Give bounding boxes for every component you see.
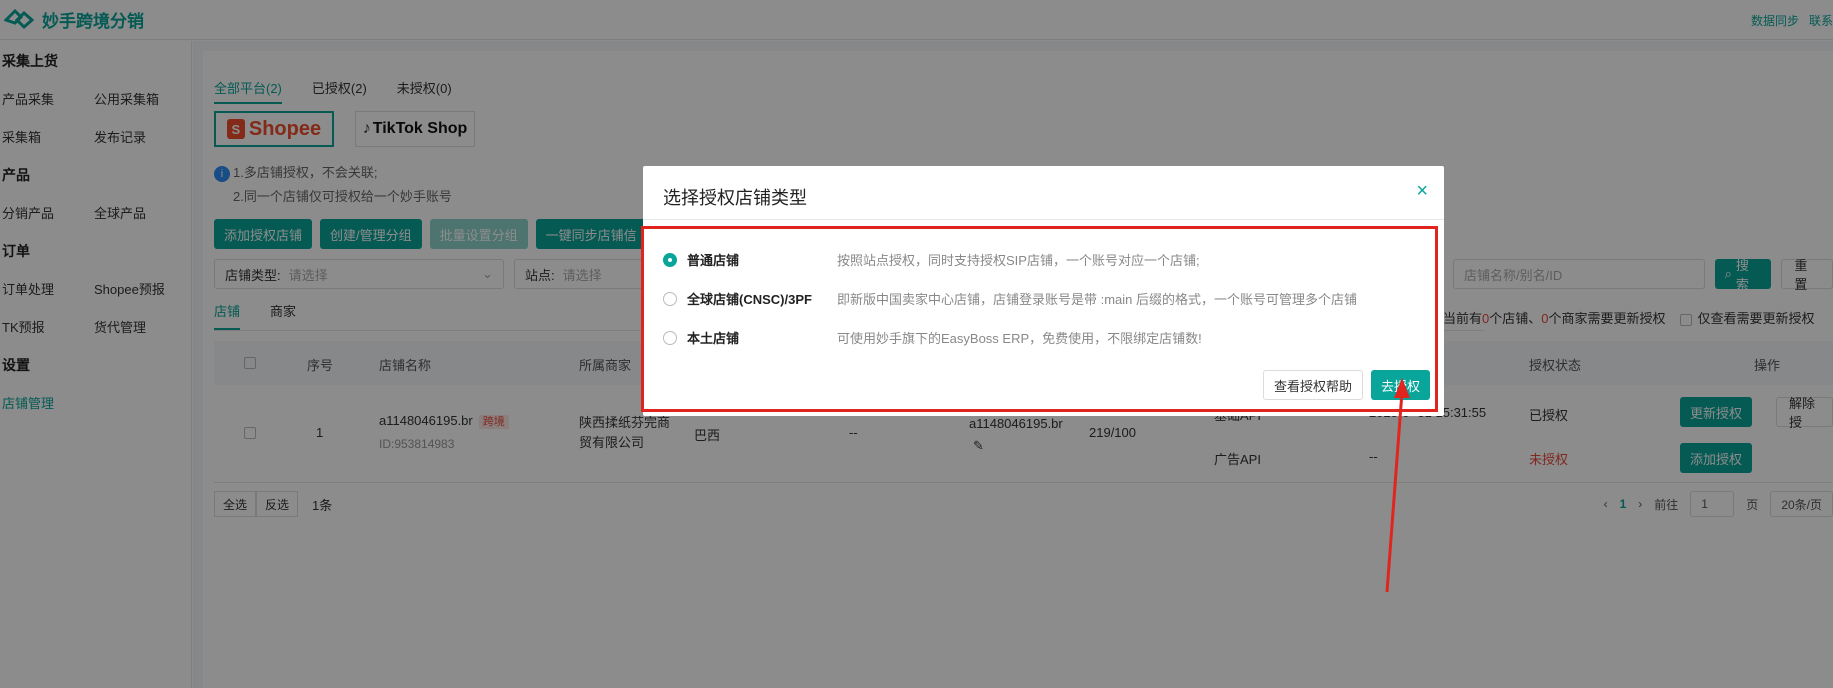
annotation-arrow xyxy=(1385,378,1410,593)
